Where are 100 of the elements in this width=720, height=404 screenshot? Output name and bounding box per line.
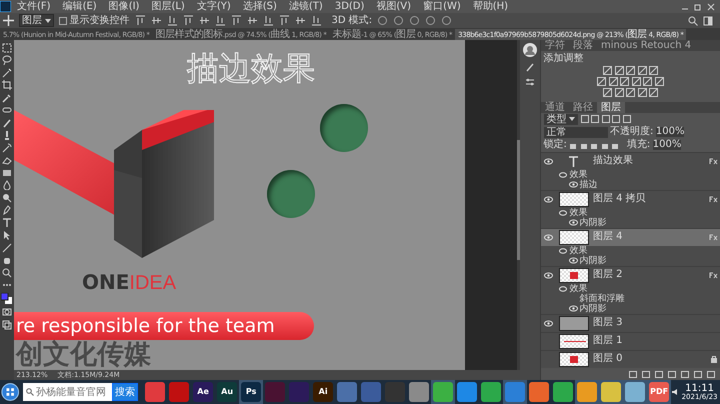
eye-icon[interactable] xyxy=(569,181,578,188)
app-icon[interactable] xyxy=(529,382,550,402)
app-icon[interactable] xyxy=(433,382,454,402)
layer-row[interactable]: 图层 4 拷贝 xyxy=(541,190,720,208)
align-middle-icon[interactable] xyxy=(246,15,258,26)
app-icon[interactable] xyxy=(457,382,478,402)
app-icon[interactable] xyxy=(553,382,574,402)
app-icon[interactable]: Ps xyxy=(241,382,262,402)
ps-logo-icon[interactable] xyxy=(0,1,11,12)
align-top-icon[interactable] xyxy=(182,15,194,26)
menu-item[interactable]: 文件(F) xyxy=(11,0,57,13)
align-bottom-icon[interactable] xyxy=(166,15,178,26)
history-brush-icon[interactable] xyxy=(2,142,12,152)
panel-tab[interactable]: 路径 xyxy=(569,102,597,112)
eye-icon[interactable] xyxy=(544,158,552,164)
wand-icon[interactable] xyxy=(2,68,12,78)
brush-icon[interactable] xyxy=(525,62,535,72)
layer-row[interactable]: 图层 4 xyxy=(541,228,720,246)
app-icon[interactable] xyxy=(481,382,502,402)
color-swatches-icon[interactable] xyxy=(1,292,13,304)
panel-tab[interactable]: 字符 xyxy=(541,40,569,51)
layer-row[interactable]: 图层 2 xyxy=(541,266,720,284)
move-icon[interactable] xyxy=(2,15,14,26)
avatar-icon[interactable] xyxy=(523,42,537,56)
workspace-icon[interactable] xyxy=(702,16,712,26)
brush-icon[interactable] xyxy=(2,118,12,128)
fill-field[interactable]: 100% xyxy=(652,140,682,150)
checkbox[interactable] xyxy=(59,16,67,24)
app-icon[interactable] xyxy=(601,382,622,402)
align-bottom-icon[interactable] xyxy=(214,15,226,26)
panel-tab[interactable]: 图层 xyxy=(597,102,625,112)
eye-icon[interactable] xyxy=(559,172,567,178)
eye-icon[interactable] xyxy=(569,305,578,312)
layer-row[interactable]: 图层 1 xyxy=(541,332,720,350)
align-top-icon[interactable] xyxy=(230,15,242,26)
opacity-field[interactable]: 100% xyxy=(656,127,684,137)
eye-icon[interactable] xyxy=(559,248,567,254)
eraser-icon[interactable] xyxy=(2,155,12,165)
app-icon[interactable]: PDF xyxy=(649,382,670,402)
app-icon[interactable] xyxy=(337,382,358,402)
target-dropdown[interactable]: 图层 xyxy=(18,14,54,27)
menu-item[interactable]: 图层(L) xyxy=(145,0,191,13)
menu-item[interactable]: 编辑(E) xyxy=(56,0,103,13)
sliders-icon[interactable] xyxy=(525,76,535,86)
app-icon[interactable]: Ae xyxy=(193,382,214,402)
close-icon[interactable] xyxy=(707,2,715,10)
align-middle-icon[interactable] xyxy=(198,15,210,26)
menu-item[interactable]: 帮助(H) xyxy=(466,0,514,13)
panel-tab[interactable]: minous Retouch 4 xyxy=(597,40,696,51)
menu-item[interactable]: 窗口(W) xyxy=(417,0,467,13)
eye-icon[interactable] xyxy=(559,286,567,292)
menu-item[interactable]: 视图(V) xyxy=(370,0,418,13)
app-icon[interactable]: Ai xyxy=(313,382,334,402)
eye-icon[interactable] xyxy=(544,272,552,278)
align-middle-icon[interactable] xyxy=(150,15,162,26)
eye-icon[interactable] xyxy=(544,234,552,240)
zoom-icon[interactable] xyxy=(2,268,12,278)
eye-icon[interactable] xyxy=(569,257,578,264)
dashed-rectangle-icon[interactable] xyxy=(2,42,12,52)
search-icon[interactable] xyxy=(688,16,698,26)
eye-icon[interactable] xyxy=(569,219,578,226)
type-icon[interactable] xyxy=(2,218,12,228)
app-icon[interactable]: Au xyxy=(217,382,238,402)
line-icon[interactable] xyxy=(2,242,12,252)
eye-icon[interactable] xyxy=(544,320,552,326)
eye-icon[interactable] xyxy=(544,196,552,202)
lasso-icon[interactable] xyxy=(2,55,12,65)
align-bottom-icon[interactable] xyxy=(262,15,274,26)
crop-icon[interactable] xyxy=(2,80,12,90)
start-orb-icon[interactable] xyxy=(0,381,20,403)
filter-dropdown[interactable]: 类型 xyxy=(544,114,578,124)
bandage-icon[interactable] xyxy=(2,105,12,115)
app-icon[interactable] xyxy=(625,382,646,402)
eyedropper-icon[interactable] xyxy=(2,92,12,102)
scrollbar[interactable] xyxy=(517,40,520,370)
blend-mode-dropdown[interactable]: 正常 xyxy=(544,126,608,138)
app-icon[interactable] xyxy=(409,382,430,402)
stamp-icon[interactable] xyxy=(2,130,12,140)
align-middle-icon[interactable] xyxy=(294,15,306,26)
droplet-icon[interactable] xyxy=(2,180,12,190)
panel-tab[interactable]: 通道 xyxy=(541,102,569,112)
layer-row[interactable]: 图层 0 xyxy=(541,350,720,368)
search-button[interactable]: 搜索 xyxy=(112,383,138,401)
quick-mask-icon[interactable] xyxy=(2,307,12,317)
align-bottom-icon[interactable] xyxy=(310,15,322,26)
arrow-cursor-icon[interactable] xyxy=(2,230,12,240)
menu-item[interactable]: 文字(Y) xyxy=(190,0,237,13)
menu-item[interactable]: 3D(D) xyxy=(328,0,370,13)
eye-icon[interactable] xyxy=(559,210,567,216)
screen-mode-icon[interactable] xyxy=(2,320,12,330)
menu-item[interactable]: 图像(I) xyxy=(102,0,146,13)
speaker-icon[interactable] xyxy=(671,388,680,396)
dodge-icon[interactable] xyxy=(2,192,12,202)
panel-tab[interactable]: 段落 xyxy=(569,40,597,51)
restore-icon[interactable] xyxy=(694,2,702,10)
app-icon[interactable] xyxy=(577,382,598,402)
app-icon[interactable] xyxy=(145,382,166,402)
align-top-icon[interactable] xyxy=(278,15,290,26)
layer-row[interactable]: 图层 3 xyxy=(541,314,720,332)
menu-item[interactable]: 滤镜(T) xyxy=(282,0,329,13)
